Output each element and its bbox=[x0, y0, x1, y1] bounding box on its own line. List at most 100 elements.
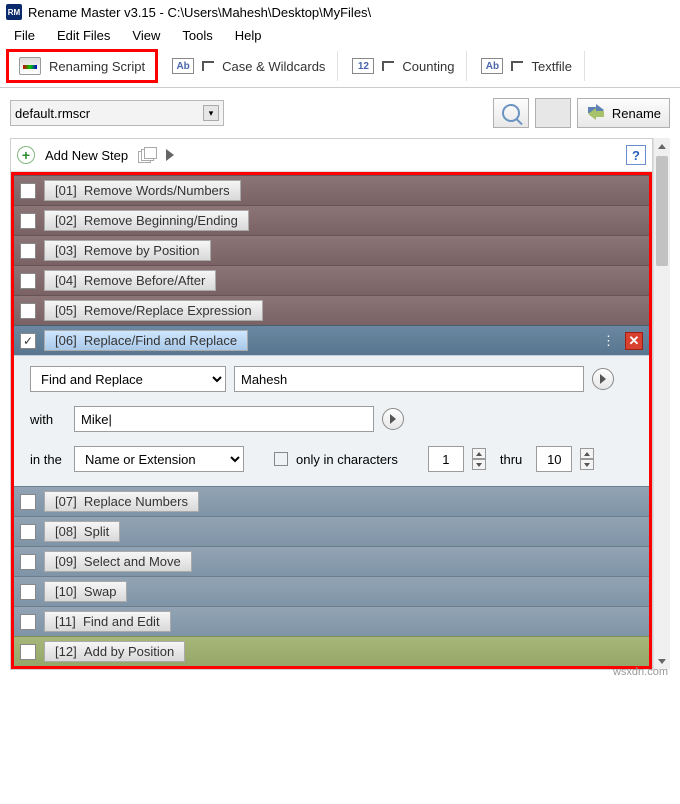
step-checkbox[interactable] bbox=[20, 333, 36, 349]
step-name: Remove/Replace Expression bbox=[84, 303, 252, 318]
step-row-04[interactable]: [04] Remove Before/After bbox=[14, 265, 649, 295]
step-name: Find and Edit bbox=[83, 614, 160, 629]
step-row-01[interactable]: [01] Remove Words/Numbers bbox=[14, 175, 649, 205]
script-name: default.rmscr bbox=[15, 106, 90, 121]
only-chars-checkbox[interactable] bbox=[274, 452, 288, 466]
script-combo[interactable]: default.rmscr ▾ bbox=[10, 100, 224, 126]
app-icon: RM bbox=[6, 4, 22, 20]
step-row-12[interactable]: [12] Add by Position bbox=[14, 636, 649, 666]
step-id: [04] bbox=[55, 273, 77, 288]
tab-counting[interactable]: 12 Counting bbox=[340, 51, 467, 81]
step-name: Add by Position bbox=[84, 644, 174, 659]
menu-help[interactable]: Help bbox=[235, 28, 262, 43]
play-icon[interactable] bbox=[166, 149, 174, 161]
blank-button[interactable] bbox=[535, 98, 571, 128]
step-row-07[interactable]: [07] Replace Numbers bbox=[14, 486, 649, 516]
steps-highlight-region: [01] Remove Words/Numbers [02] Remove Be… bbox=[11, 172, 652, 669]
with-input[interactable] bbox=[74, 406, 374, 432]
step-name: Remove by Position bbox=[84, 243, 200, 258]
step-checkbox[interactable] bbox=[20, 644, 36, 660]
menu-edit-files[interactable]: Edit Files bbox=[57, 28, 110, 43]
tab-label: Counting bbox=[402, 59, 454, 74]
step-06-body: Find and Replace with in the Name or Ext… bbox=[14, 355, 649, 486]
tab-label: Textfile bbox=[531, 59, 571, 74]
arrow-icon bbox=[511, 61, 523, 71]
step-checkbox[interactable] bbox=[20, 213, 36, 229]
titlebar: RM Rename Master v3.15 - C:\Users\Mahesh… bbox=[0, 0, 680, 24]
find-go-button[interactable] bbox=[592, 368, 614, 390]
menu-file[interactable]: File bbox=[14, 28, 35, 43]
step-row-11[interactable]: [11] Find and Edit bbox=[14, 606, 649, 636]
step-options-icon[interactable]: ⋮ bbox=[602, 333, 617, 349]
watermark: wsxdn.com bbox=[613, 666, 668, 678]
arrow-icon bbox=[382, 61, 394, 71]
step-id: [01] bbox=[55, 183, 77, 198]
step-name: Remove Beginning/Ending bbox=[84, 213, 238, 228]
step-id: [09] bbox=[55, 554, 77, 569]
with-go-button[interactable] bbox=[382, 408, 404, 430]
to-input[interactable] bbox=[536, 446, 572, 472]
tab-renaming-script[interactable]: Renaming Script bbox=[6, 49, 158, 83]
step-checkbox[interactable] bbox=[20, 183, 36, 199]
step-checkbox[interactable] bbox=[20, 584, 36, 600]
scroll-thumb[interactable] bbox=[656, 156, 668, 266]
step-row-09[interactable]: [09] Select and Move bbox=[14, 546, 649, 576]
mode-select[interactable]: Find and Replace bbox=[30, 366, 226, 392]
step-id: [07] bbox=[55, 494, 77, 509]
scroll-up-icon[interactable] bbox=[654, 138, 670, 155]
step-checkbox[interactable] bbox=[20, 303, 36, 319]
step-checkbox[interactable] bbox=[20, 554, 36, 570]
ab-icon: Ab bbox=[172, 58, 194, 74]
step-row-02[interactable]: [02] Remove Beginning/Ending bbox=[14, 205, 649, 235]
step-name: Remove Words/Numbers bbox=[84, 183, 230, 198]
step-name: Replace Numbers bbox=[84, 494, 188, 509]
step-row-10[interactable]: [10] Swap bbox=[14, 576, 649, 606]
step-name: Remove Before/After bbox=[84, 273, 205, 288]
plus-icon[interactable]: + bbox=[17, 146, 35, 164]
vertical-scrollbar[interactable] bbox=[653, 138, 670, 670]
step-id: [02] bbox=[55, 213, 77, 228]
step-checkbox[interactable] bbox=[20, 524, 36, 540]
step-name: Select and Move bbox=[84, 554, 181, 569]
from-input[interactable] bbox=[428, 446, 464, 472]
step-id: [11] bbox=[55, 614, 76, 629]
step-row-05[interactable]: [05] Remove/Replace Expression bbox=[14, 295, 649, 325]
stack-icon[interactable] bbox=[138, 147, 156, 163]
step-checkbox[interactable] bbox=[20, 273, 36, 289]
from-spinner[interactable] bbox=[472, 448, 486, 470]
tab-case-wildcards[interactable]: Ab Case & Wildcards bbox=[160, 51, 338, 81]
step-id: [03] bbox=[55, 243, 77, 258]
close-step-icon[interactable]: ✕ bbox=[625, 332, 643, 350]
step-id: [12] bbox=[55, 644, 77, 659]
tab-label: Case & Wildcards bbox=[222, 59, 325, 74]
magnifier-icon bbox=[502, 104, 520, 122]
tab-textfile[interactable]: Ab Textfile bbox=[469, 51, 584, 81]
dropdown-icon[interactable]: ▾ bbox=[203, 105, 219, 121]
step-checkbox[interactable] bbox=[20, 243, 36, 259]
step-row-03[interactable]: [03] Remove by Position bbox=[14, 235, 649, 265]
arrow-icon bbox=[202, 61, 214, 71]
to-spinner[interactable] bbox=[580, 448, 594, 470]
find-input[interactable] bbox=[234, 366, 584, 392]
step-row-08[interactable]: [08] Split bbox=[14, 516, 649, 546]
step-id: [08] bbox=[55, 524, 77, 539]
with-label: with bbox=[30, 412, 66, 427]
step-row-06-header[interactable]: [06] Replace/Find and Replace ⋮ ✕ bbox=[14, 325, 649, 355]
help-icon[interactable]: ? bbox=[626, 145, 646, 165]
scope-select[interactable]: Name or Extension bbox=[74, 446, 244, 472]
menu-view[interactable]: View bbox=[132, 28, 160, 43]
only-chars-label: only in characters bbox=[296, 452, 398, 467]
step-checkbox[interactable] bbox=[20, 494, 36, 510]
in-the-label: in the bbox=[30, 452, 66, 467]
rename-label: Rename bbox=[612, 106, 661, 121]
step-id: [06] bbox=[55, 333, 77, 348]
window-title: Rename Master v3.15 - C:\Users\Mahesh\De… bbox=[28, 5, 371, 20]
add-step-label: Add New Step bbox=[45, 148, 128, 163]
rename-button[interactable]: Rename bbox=[577, 98, 670, 128]
step-checkbox[interactable] bbox=[20, 614, 36, 630]
thru-label: thru bbox=[494, 452, 528, 467]
script-bar: default.rmscr ▾ Rename bbox=[0, 88, 680, 138]
preview-button[interactable] bbox=[493, 98, 529, 128]
toolbar-tabs: Renaming Script Ab Case & Wildcards 12 C… bbox=[0, 49, 680, 88]
menu-tools[interactable]: Tools bbox=[182, 28, 212, 43]
